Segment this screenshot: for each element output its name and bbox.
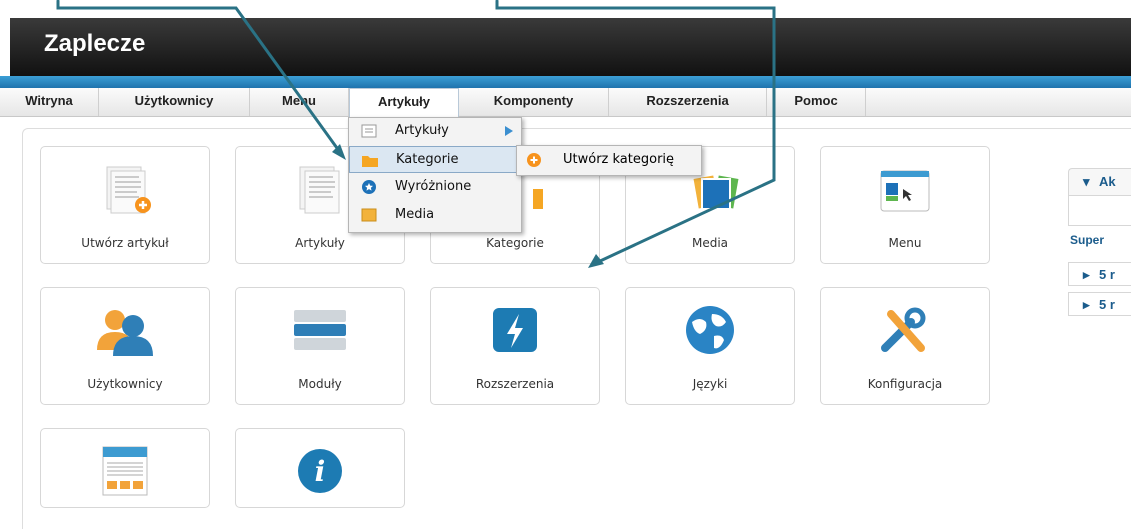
annotation-arrows (56, 0, 776, 268)
annotation-arrow-left (56, 0, 344, 157)
annotation-arrow-right (495, 0, 776, 264)
arrowhead-right-icon (588, 254, 604, 268)
